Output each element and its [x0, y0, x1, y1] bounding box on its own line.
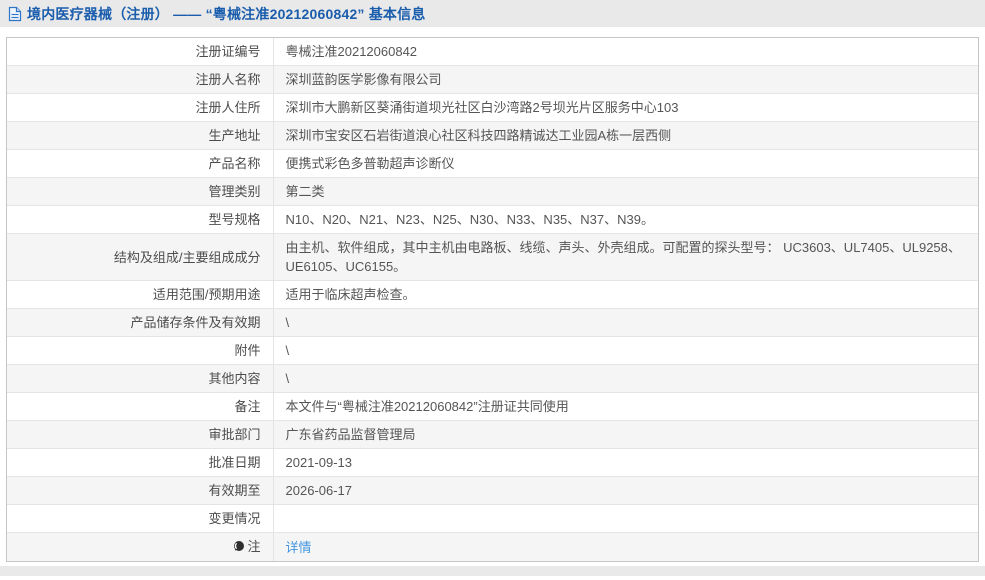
row-label-model-spec: 型号规格 [7, 205, 274, 234]
row-value-attachments: \ [273, 336, 978, 365]
page-title: 境内医疗器械（注册） —— “粤械注准20212060842” 基本信息 [27, 5, 426, 22]
page-header: 境内医疗器械（注册） —— “粤械注准20212060842” 基本信息 [0, 0, 985, 27]
row-label-registrant-address: 注册人住所 [7, 93, 274, 122]
document-icon [8, 6, 22, 22]
table-row-change-status: 变更情况 [7, 504, 978, 533]
note-bulb-icon [233, 538, 245, 557]
row-value-production-address: 深圳市宝安区石岩街道浪心社区科技四路精诚达工业园A栋一层西侧 [273, 121, 978, 150]
registration-info-table: 注册证编号 粤械注准20212060842 注册人名称 深圳蓝韵医学影像有限公司… [6, 37, 979, 562]
row-value-change-status [273, 504, 978, 533]
table-row-reg-cert-number: 注册证编号 粤械注准20212060842 [7, 38, 978, 66]
table-row-registrant-name: 注册人名称 深圳蓝韵医学影像有限公司 [7, 65, 978, 94]
row-value-model-spec: N10、N20、N21、N23、N25、N30、N33、N35、N37、N39。 [273, 205, 978, 234]
table-row-registrant-address: 注册人住所 深圳市大鹏新区葵涌街道坝光社区白沙湾路2号坝光片区服务中心103 [7, 93, 978, 122]
row-value-management-category: 第二类 [273, 177, 978, 206]
row-label-management-category: 管理类别 [7, 177, 274, 206]
row-label-product-name: 产品名称 [7, 149, 274, 178]
table-row-approval-date: 批准日期 2021-09-13 [7, 448, 978, 477]
table-row-intended-use: 适用范围/预期用途 适用于临床超声检查。 [7, 280, 978, 309]
row-label-valid-until: 有效期至 [7, 476, 274, 505]
page-footer-band [0, 566, 985, 576]
table-row-remarks: 备注 本文件与“粤械注准20212060842”注册证共同使用 [7, 392, 978, 421]
row-label-approval-date: 批准日期 [7, 448, 274, 477]
note-label-text: 注 [247, 539, 261, 554]
row-value-structure-composition: 由主机、软件组成，其中主机由电路板、线缆、声头、外壳组成。可配置的探头型号： U… [273, 233, 978, 281]
row-label-production-address: 生产地址 [7, 121, 274, 150]
table-row-note: 注 详情 [7, 532, 978, 561]
table-row-product-name: 产品名称 便携式彩色多普勒超声诊断仪 [7, 149, 978, 178]
row-value-approval-department: 广东省药品监督管理局 [273, 420, 978, 449]
row-value-reg-cert-number: 粤械注准20212060842 [285, 44, 418, 59]
table-row-management-category: 管理类别 第二类 [7, 177, 978, 206]
row-label-intended-use: 适用范围/预期用途 [7, 280, 274, 309]
row-value-remarks: 本文件与“粤械注准20212060842”注册证共同使用 [273, 392, 978, 421]
row-label-other-content: 其他内容 [7, 364, 274, 393]
row-label-storage-conditions: 产品储存条件及有效期 [7, 308, 274, 337]
row-value-approval-date: 2021-09-13 [273, 448, 978, 477]
table-row-attachments: 附件 \ [7, 336, 978, 365]
row-value-storage-conditions: \ [273, 308, 978, 337]
table-row-model-spec: 型号规格 N10、N20、N21、N23、N25、N30、N33、N35、N37… [7, 205, 978, 234]
row-label-attachments: 附件 [7, 336, 274, 365]
row-value-registrant-name: 深圳蓝韵医学影像有限公司 [273, 65, 978, 94]
table-row-production-address: 生产地址 深圳市宝安区石岩街道浪心社区科技四路精诚达工业园A栋一层西侧 [7, 121, 978, 150]
details-link[interactable]: 详情 [286, 540, 312, 555]
table-row-other-content: 其他内容 \ [7, 364, 978, 393]
row-value-product-name: 便携式彩色多普勒超声诊断仪 [273, 149, 978, 178]
table-row-valid-until: 有效期至 2026-06-17 [7, 476, 978, 505]
row-label-approval-department: 审批部门 [7, 420, 274, 449]
row-label-reg-cert-number: 注册证编号 [7, 38, 274, 66]
table-row-structure-composition: 结构及组成/主要组成成分 由主机、软件组成，其中主机由电路板、线缆、声头、外壳组… [7, 233, 978, 281]
row-value-other-content: \ [273, 364, 978, 393]
row-label-registrant-name: 注册人名称 [7, 65, 274, 94]
row-label-change-status: 变更情况 [7, 504, 274, 533]
row-label-remarks: 备注 [7, 392, 274, 421]
table-row-storage-conditions: 产品储存条件及有效期 \ [7, 308, 978, 337]
row-label-structure-composition: 结构及组成/主要组成成分 [7, 233, 274, 281]
row-value-registrant-address: 深圳市大鹏新区葵涌街道坝光社区白沙湾路2号坝光片区服务中心103 [273, 93, 978, 122]
row-value-intended-use: 适用于临床超声检查。 [273, 280, 978, 309]
row-label-note: 注 [7, 532, 274, 561]
row-value-valid-until: 2026-06-17 [273, 476, 978, 505]
table-row-approval-department: 审批部门 广东省药品监督管理局 [7, 420, 978, 449]
